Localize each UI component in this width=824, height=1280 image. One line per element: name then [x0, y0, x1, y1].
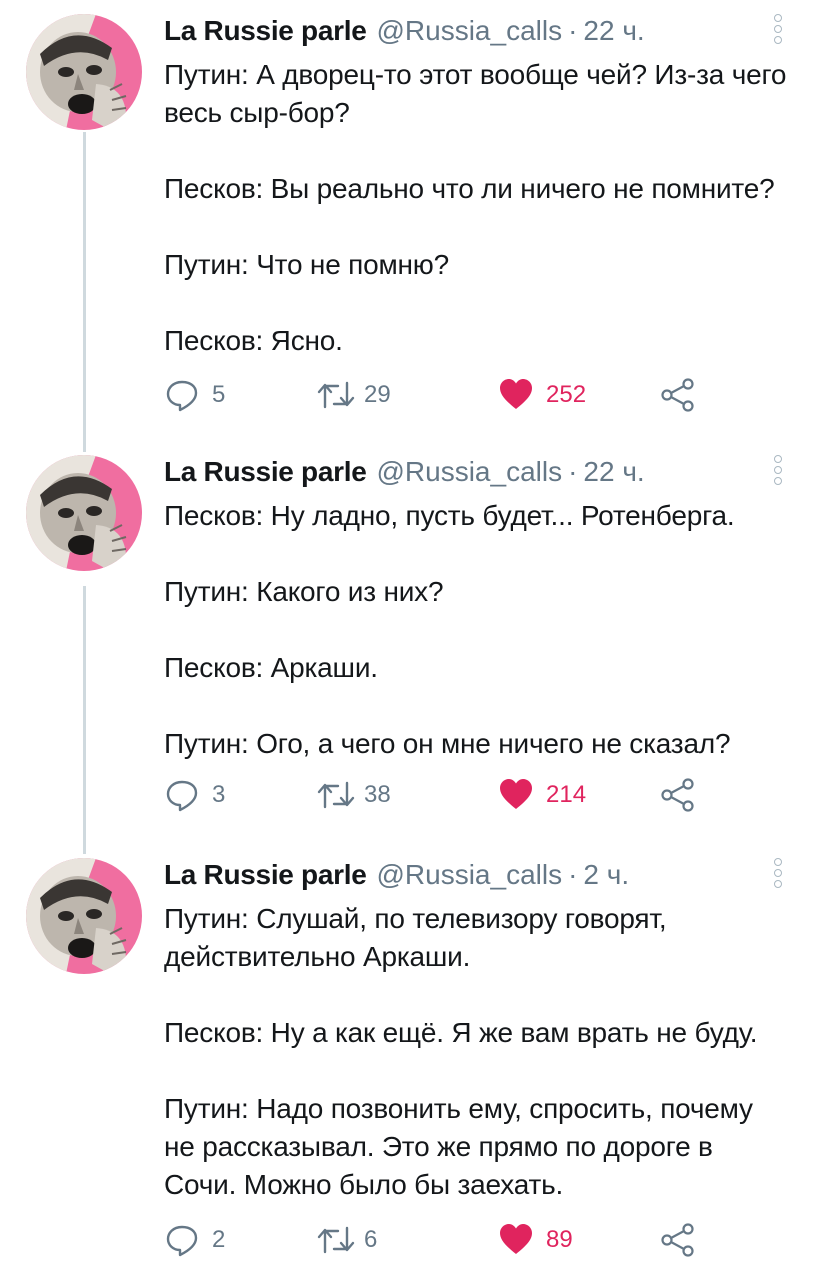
- tweet-actions: 5 29 252: [164, 375, 704, 415]
- retweet-count: 38: [364, 781, 391, 808]
- author-name[interactable]: La Russie parle: [164, 455, 367, 489]
- tweet-paragraph: Путин: Какого из них?: [164, 576, 444, 607]
- avatar[interactable]: [26, 858, 142, 974]
- share-icon: [660, 377, 696, 413]
- retweet-count: 29: [364, 381, 391, 408]
- author-handle[interactable]: @Russia_calls: [376, 14, 562, 48]
- tweet-content: La Russie parle @Russia_calls · 22 ч. Пе…: [164, 455, 794, 763]
- reply-button[interactable]: 2: [164, 1220, 225, 1260]
- retweet-button[interactable]: 6: [316, 1220, 377, 1260]
- author-name[interactable]: La Russie parle: [164, 858, 367, 892]
- share-button[interactable]: [660, 1220, 696, 1260]
- share-icon: [660, 777, 696, 813]
- retweet-icon: [316, 1222, 355, 1258]
- tweet-text: Песков: Ну ладно, пусть будет... Ротенбе…: [164, 497, 794, 763]
- more-options-icon[interactable]: [768, 14, 788, 44]
- retweet-button[interactable]: 38: [316, 775, 391, 815]
- tweet-paragraph: Песков: Ну ладно, пусть будет... Ротенбе…: [164, 500, 735, 531]
- avatar[interactable]: [26, 455, 142, 571]
- separator-dot: ·: [568, 456, 578, 487]
- tweet-text: Путин: Слушай, по телевизору говорят, де…: [164, 900, 794, 1204]
- separator-dot: ·: [568, 859, 578, 890]
- tweet-header: La Russie parle @Russia_calls · 2 ч.: [164, 858, 794, 900]
- tweet-time[interactable]: 2 ч.: [583, 858, 629, 892]
- tweet-time[interactable]: 22 ч.: [583, 14, 644, 48]
- avatar[interactable]: [26, 14, 142, 130]
- tweet-paragraph: Путин: Ого, а чего он мне ничего не сказ…: [164, 728, 731, 759]
- like-button[interactable]: 89: [498, 1220, 573, 1260]
- retweet-count: 6: [364, 1226, 378, 1253]
- like-count: 89: [546, 1226, 573, 1253]
- tweet-header: La Russie parle @Russia_calls · 22 ч.: [164, 455, 794, 497]
- reply-button[interactable]: 5: [164, 375, 225, 415]
- retweet-button[interactable]: 29: [316, 375, 391, 415]
- tweet-content: La Russie parle @Russia_calls · 2 ч. Пут…: [164, 858, 794, 1204]
- tweet-paragraph: Путин: Надо позвонить ему, спросить, поч…: [164, 1093, 753, 1200]
- tweet-paragraph: Песков: Аркаши.: [164, 652, 378, 683]
- reply-button[interactable]: 3: [164, 775, 225, 815]
- retweet-icon: [316, 377, 355, 413]
- tweet-time[interactable]: 22 ч.: [583, 455, 644, 489]
- tweet-paragraph: Песков: Ну а как ещё. Я же вам врать не …: [164, 1017, 758, 1048]
- tweet-paragraph: Песков: Ясно.: [164, 325, 343, 356]
- like-count: 252: [546, 381, 587, 408]
- tweet-paragraph: Песков: Вы реально что ли ничего не помн…: [164, 173, 775, 204]
- heart-icon: [498, 777, 534, 813]
- like-button[interactable]: 252: [498, 375, 586, 415]
- tweet-actions: 3 38 214: [164, 775, 704, 815]
- like-count: 214: [546, 781, 587, 808]
- reply-icon: [164, 377, 200, 413]
- heart-icon: [498, 1222, 534, 1258]
- tweet-content: La Russie parle @Russia_calls · 22 ч. Пу…: [164, 14, 794, 360]
- reply-icon: [164, 1222, 200, 1258]
- like-button[interactable]: 214: [498, 775, 586, 815]
- tweet-header: La Russie parle @Russia_calls · 22 ч.: [164, 14, 794, 56]
- reply-count: 3: [212, 781, 226, 808]
- author-handle[interactable]: @Russia_calls: [376, 455, 562, 489]
- tweet-paragraph: Путин: Слушай, по телевизору говорят, де…: [164, 903, 667, 972]
- tweet-paragraph: Путин: Что не помню?: [164, 249, 449, 280]
- tweet-text: Путин: А дворец-то этот вообще чей? Из-з…: [164, 56, 794, 360]
- heart-icon: [498, 377, 534, 413]
- more-options-icon[interactable]: [768, 858, 788, 888]
- thread-line: [83, 132, 86, 452]
- reply-count: 2: [212, 1226, 226, 1253]
- author-name[interactable]: La Russie parle: [164, 14, 367, 48]
- share-button[interactable]: [660, 775, 696, 815]
- reply-icon: [164, 777, 200, 813]
- more-options-icon[interactable]: [768, 455, 788, 485]
- share-icon: [660, 1222, 696, 1258]
- tweet-actions: 2 6 89: [164, 1220, 704, 1260]
- share-button[interactable]: [660, 375, 696, 415]
- thread-line: [83, 586, 86, 854]
- author-handle[interactable]: @Russia_calls: [376, 858, 562, 892]
- tweet-paragraph: Путин: А дворец-то этот вообще чей? Из-з…: [164, 59, 787, 128]
- separator-dot: ·: [568, 15, 578, 46]
- reply-count: 5: [212, 381, 226, 408]
- retweet-icon: [316, 777, 355, 813]
